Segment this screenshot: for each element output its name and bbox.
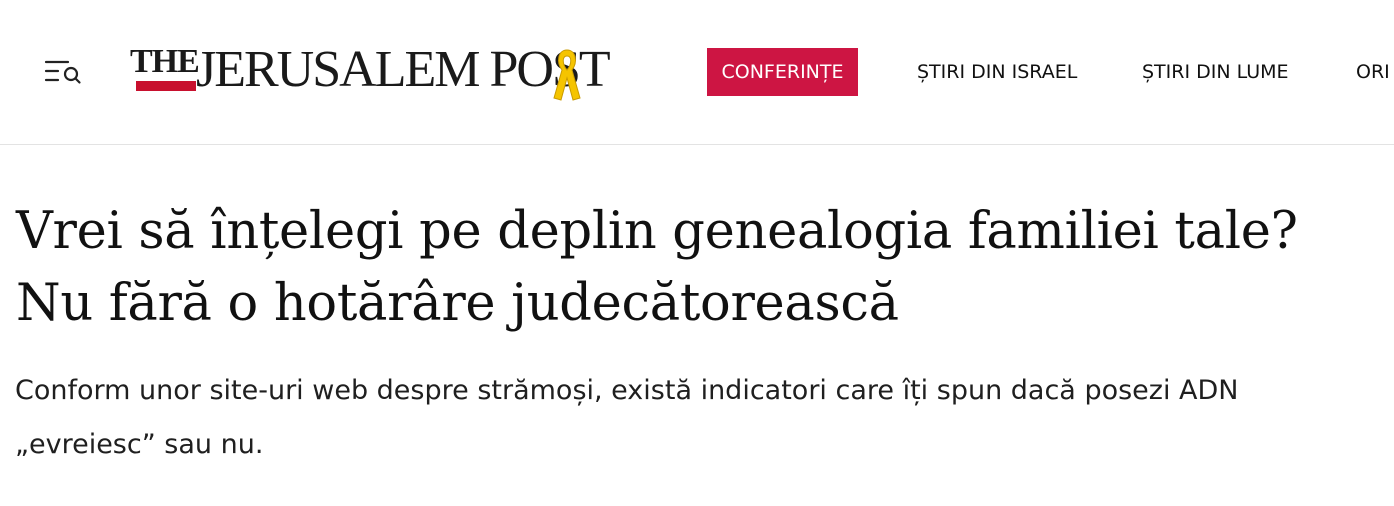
nav-item-truncated[interactable]: ORI: [1356, 48, 1390, 96]
nav-world-news[interactable]: ȘTIRI DIN LUME: [1142, 48, 1289, 96]
menu-search-icon[interactable]: [44, 56, 84, 88]
nav-conferences-button[interactable]: CONFERINȚE: [707, 48, 858, 96]
site-header: THE JERUSALEM POST CONFERINȚE ȘTIRI DIN …: [0, 0, 1394, 145]
nav-israel-news[interactable]: ȘTIRI DIN ISRAEL: [917, 48, 1077, 96]
article-subtitle: Conform unor site-uri web despre strămoș…: [15, 375, 1239, 460]
logo-red-bar: [136, 81, 196, 91]
site-logo[interactable]: THE JERUSALEM POST: [130, 38, 611, 108]
yellow-ribbon-icon: [550, 44, 584, 106]
logo-prefix: THE: [130, 43, 200, 80]
article-title: Vrei să înțelegi pe deplin genealogia fa…: [16, 202, 1298, 333]
logo-name: JERUSALEM POST: [196, 41, 611, 98]
